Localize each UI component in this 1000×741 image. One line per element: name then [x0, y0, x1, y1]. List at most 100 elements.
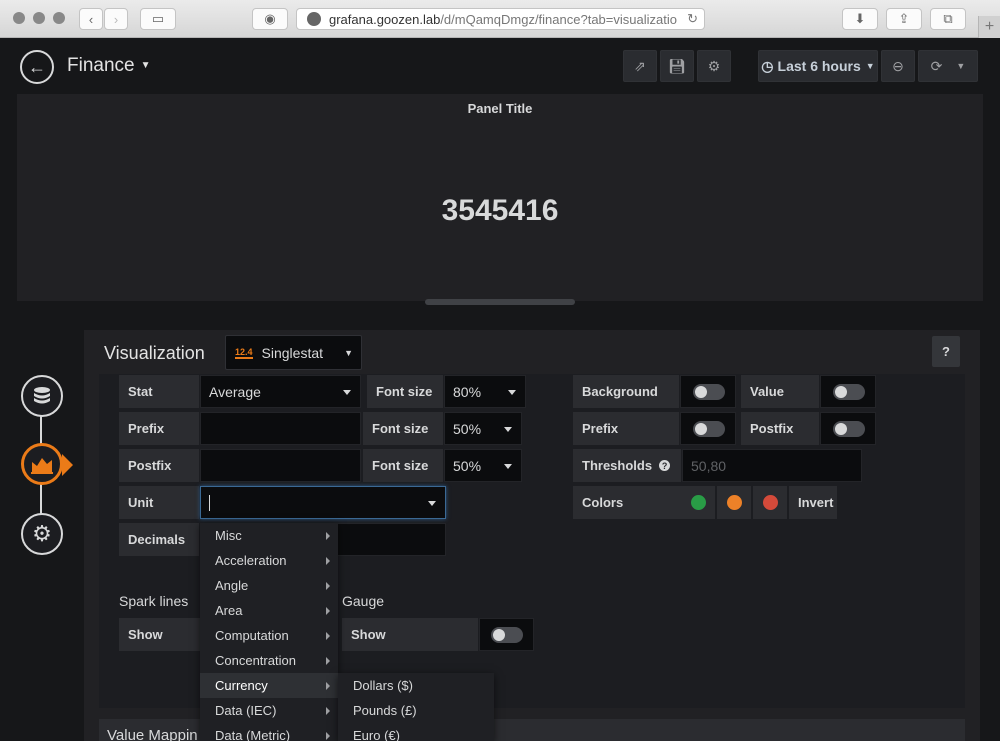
help-button[interactable]: ?: [932, 336, 960, 367]
sidebar-toggle-button[interactable]: ▭: [140, 8, 176, 30]
refresh-button[interactable]: ⟳ ▼: [918, 50, 978, 82]
toggle-knob: [833, 384, 865, 400]
tabs-overview-button[interactable]: ⧉: [930, 8, 966, 30]
dashboard-title[interactable]: Finance ▼: [67, 55, 151, 77]
font-size-label: Font size: [367, 375, 443, 408]
currency-unit-item[interactable]: Pounds (£): [338, 698, 494, 723]
visualization-tab[interactable]: [21, 443, 63, 485]
prefix-font-size-select[interactable]: 50%: [444, 412, 522, 445]
save-dashboard-button[interactable]: 💾︎: [660, 50, 694, 82]
chevron-right-icon: [326, 582, 330, 590]
url-path: /d/mQamqDmgz/finance?tab=visualizatio: [440, 11, 677, 27]
visualization-picker[interactable]: 12.4 Singlestat ▼: [225, 335, 362, 370]
reload-icon[interactable]: ↻: [687, 11, 698, 27]
text-cursor: [209, 494, 210, 511]
invert-button[interactable]: Invert: [789, 486, 837, 519]
zoom-out-button[interactable]: ⊖: [881, 50, 915, 82]
unit-select[interactable]: [200, 486, 446, 519]
back-to-dashboard-button[interactable]: ←: [20, 50, 54, 84]
unit-category-label: Angle: [215, 578, 249, 593]
currency-unit-item[interactable]: Dollars ($): [338, 673, 494, 698]
value-toggle[interactable]: [820, 375, 876, 408]
singlestat-icon: 12.4: [235, 346, 253, 359]
back-nav-button[interactable]: ‹: [79, 8, 103, 30]
unit-category-item[interactable]: Data (Metric): [200, 723, 338, 741]
unit-category-label: Currency: [215, 678, 268, 693]
unit-category-item[interactable]: Misc: [200, 523, 338, 548]
chart-area-icon: [31, 458, 53, 474]
viz-name: Singlestat: [261, 344, 324, 361]
zoom-window-button[interactable]: [53, 12, 65, 24]
address-bar[interactable]: grafana.goozen.lab/d/mQamqDmgz/finance?t…: [296, 8, 705, 30]
site-icon: [307, 12, 321, 26]
color-swatch-crit[interactable]: [753, 486, 787, 519]
unit-category-label: Computation: [215, 628, 289, 643]
postfix-font-size-select[interactable]: 50%: [444, 449, 522, 482]
unit-category-label: Data (IEC): [215, 703, 277, 718]
general-tab[interactable]: ⚙: [21, 513, 63, 555]
sidebar-icon: ▭: [151, 11, 165, 26]
toggle-knob: [693, 421, 725, 437]
chevron-right-icon: [326, 707, 330, 715]
unit-category-item[interactable]: Data (IEC): [200, 698, 338, 723]
stat-select[interactable]: Average: [200, 375, 361, 408]
decimals-label: Decimals: [119, 523, 199, 556]
cog-icon: ⚙: [32, 521, 52, 546]
close-window-button[interactable]: [13, 12, 25, 24]
color-dot: [690, 495, 706, 510]
time-range-label: Last 6 hours: [777, 58, 861, 74]
color-swatch-ok[interactable]: [681, 486, 715, 519]
help-circle-icon[interactable]: ?: [659, 460, 671, 471]
unit-category-label: Concentration: [215, 653, 296, 668]
queries-tab[interactable]: [21, 375, 63, 417]
unit-category-item[interactable]: Computation: [200, 623, 338, 648]
caret-down-icon: ▼: [956, 61, 966, 71]
share-button[interactable]: ⇪: [886, 8, 922, 30]
prefix-color-toggle[interactable]: [680, 412, 736, 445]
gauge-show-toggle[interactable]: [479, 618, 534, 651]
downloads-button[interactable]: ⬇: [842, 8, 878, 30]
unit-category-item[interactable]: Acceleration: [200, 548, 338, 573]
thresholds-input[interactable]: 50,80: [682, 449, 862, 482]
save-icon: 💾︎: [668, 57, 686, 74]
clock-icon: ◷: [761, 57, 774, 74]
panel-title[interactable]: Panel Title: [17, 101, 983, 116]
minimize-window-button[interactable]: [33, 12, 45, 24]
background-toggle[interactable]: [680, 375, 736, 408]
share-icon: ⇪: [898, 11, 910, 26]
unit-category-item[interactable]: Angle: [200, 573, 338, 598]
panel-resize-handle[interactable]: [425, 299, 575, 305]
prefix-label: Prefix: [119, 412, 199, 445]
dashboard-title-text: Finance: [67, 55, 135, 76]
color-dot: [762, 495, 778, 510]
caret-down-icon: ▼: [344, 347, 353, 358]
value-label: Value: [741, 375, 819, 408]
postfix-color-label: Postfix: [741, 412, 819, 445]
time-picker-button[interactable]: ◷ Last 6 hours ▼: [758, 50, 878, 82]
share-dashboard-button[interactable]: ⇗: [623, 50, 657, 82]
prefix-color-label: Prefix: [573, 412, 679, 445]
unit-category-label: Area: [215, 603, 243, 618]
sparklines-heading: Spark lines: [119, 593, 189, 609]
value-font-size-select[interactable]: 80%: [444, 375, 526, 408]
chevron-right-icon: [326, 682, 330, 690]
color-swatch-warn[interactable]: [717, 486, 751, 519]
gauge-heading: Gauge: [342, 593, 385, 609]
extension-button[interactable]: ◉: [252, 8, 288, 30]
gauge-show-label: Show: [342, 618, 478, 651]
dashboard-settings-button[interactable]: ⚙: [697, 50, 731, 82]
new-tab-button[interactable]: +: [978, 16, 1000, 38]
toggle-knob: [693, 384, 725, 400]
unit-category-item[interactable]: Currency: [200, 673, 338, 698]
postfix-color-toggle[interactable]: [820, 412, 876, 445]
postfix-input[interactable]: [200, 449, 361, 482]
currency-unit-item[interactable]: Euro (€): [338, 723, 494, 741]
prefix-input[interactable]: [200, 412, 361, 445]
unit-category-label: Data (Metric): [215, 728, 291, 741]
unit-category-item[interactable]: Concentration: [200, 648, 338, 673]
forward-nav-button[interactable]: ›: [104, 8, 128, 30]
font-size-label: Font size: [363, 412, 443, 445]
unit-category-item[interactable]: Area: [200, 598, 338, 623]
database-icon: [34, 387, 50, 404]
caret-down-icon: ▼: [140, 60, 151, 72]
